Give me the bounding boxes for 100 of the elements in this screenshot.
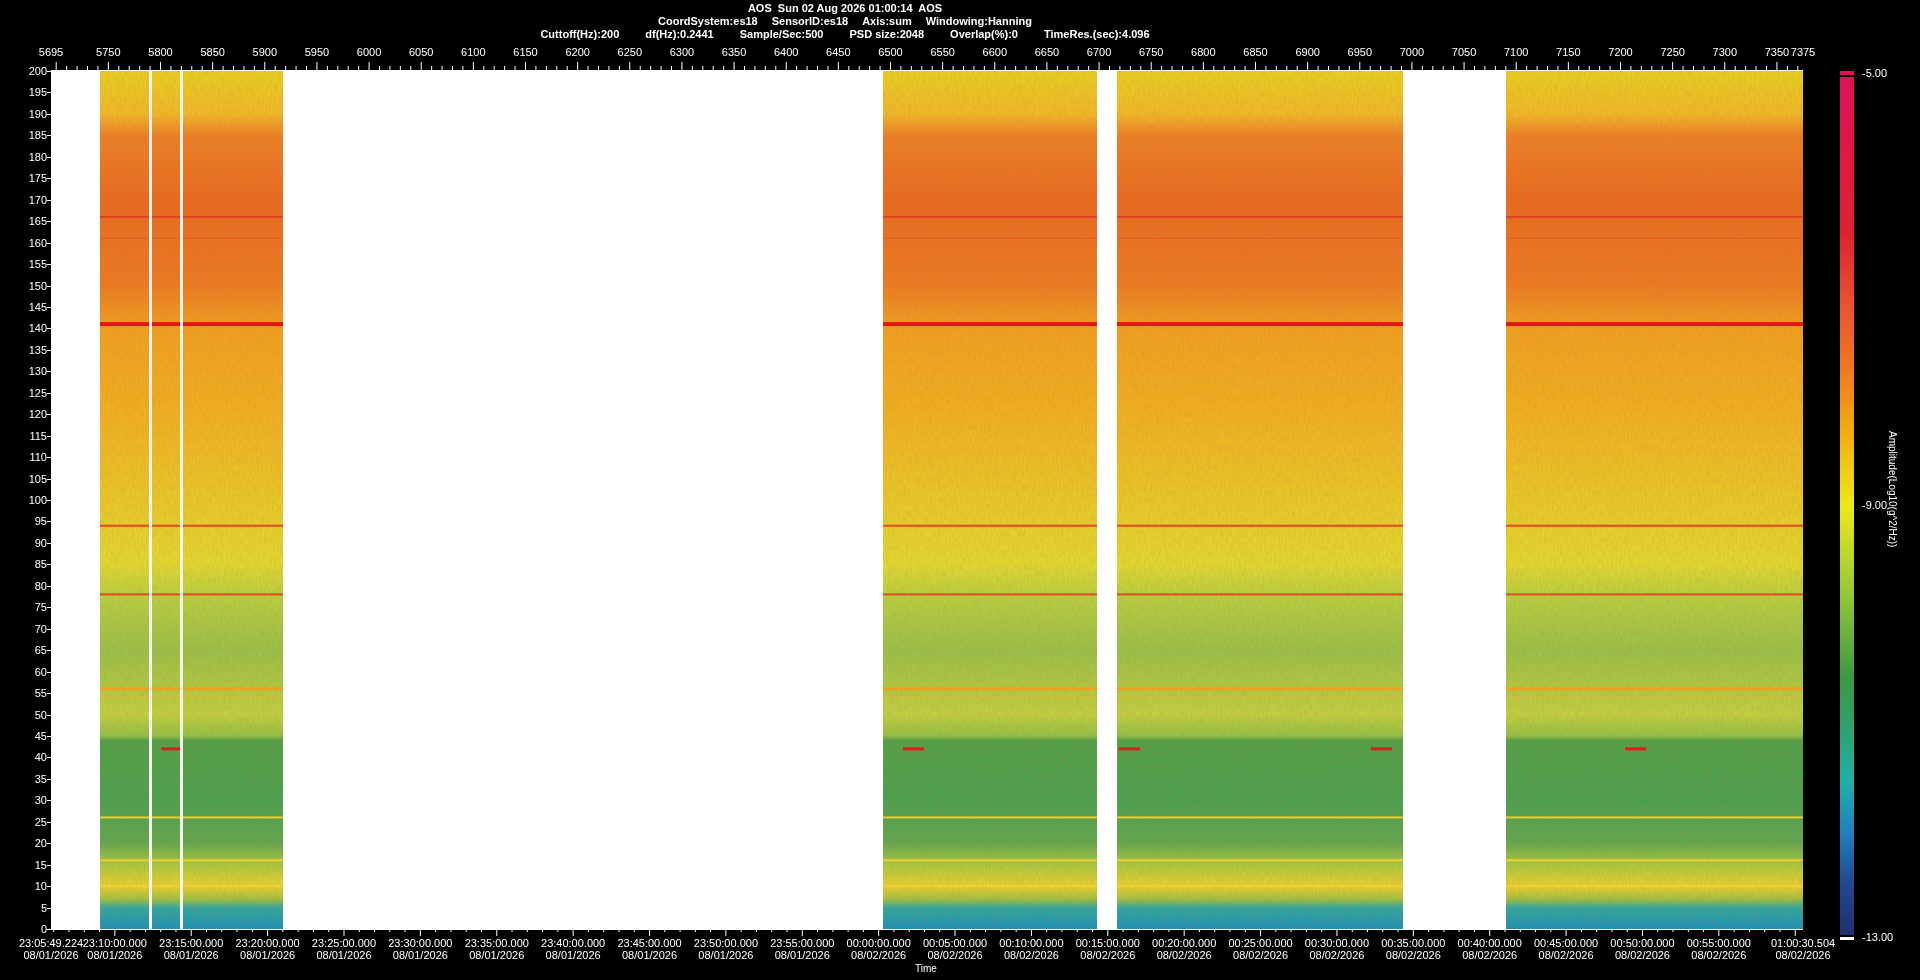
date-label: 08/01/2026 (469, 949, 525, 961)
axis-label: 25 (34, 815, 47, 828)
axis-label: 115 (29, 429, 47, 442)
date-label: 08/01/2026 (698, 949, 754, 961)
parameter-label: Cuttoff(Hz):200 (540, 28, 620, 41)
parameter-label: Axis:sum (862, 15, 912, 28)
axis-label: 6800 (1191, 46, 1216, 59)
axis-label: 40 (34, 751, 47, 764)
time-label: 23:20:00.000 (235, 937, 300, 949)
axis-label: 155 (28, 258, 47, 271)
time-label: 23:15:00.000 (159, 937, 224, 949)
parameter-label: Sample/Sec:500 (739, 28, 824, 41)
parameter-label: PSD size:2048 (849, 28, 925, 41)
axis-label: 20 (34, 837, 47, 850)
axis-label: 6750 (1138, 46, 1164, 59)
date-label: 08/02/2026 (1233, 949, 1289, 961)
axis-label: 6700 (1086, 46, 1112, 59)
axis-label: 7350 (1764, 46, 1790, 59)
date-label: 08/01/2026 (545, 949, 601, 961)
axis-label: 100 (28, 494, 47, 506)
axis-label: 5800 (148, 46, 173, 59)
axis-label: 85 (34, 558, 47, 571)
time-label: 23:30:00.000 (388, 937, 453, 949)
axis-label: 6250 (617, 46, 642, 59)
axis-label: 180 (28, 150, 47, 163)
time-label: 00:05:00.000 (922, 937, 988, 949)
scale-title: Amplitude(Log10(g^2/Hz)) (1887, 431, 1898, 548)
time-label: 00:45:00.000 (1533, 937, 1599, 949)
date-label: 08/01/2026 (240, 949, 296, 961)
axis-label: 5900 (252, 46, 277, 59)
axis-label: 195 (28, 86, 47, 99)
axis-label: 185 (28, 129, 47, 142)
axis-label: 7300 (1712, 46, 1737, 59)
axis-label: 6500 (878, 46, 903, 59)
axis-label: 200 (28, 65, 47, 77)
time-label: 23:25:00.000 (311, 937, 377, 949)
axis-label: 140 (28, 322, 47, 335)
axis-label: 5695 (38, 46, 64, 59)
time-label: 00:50:00.000 (1610, 937, 1675, 949)
date-label: 08/01/2026 (163, 949, 219, 961)
axis-label: 90 (34, 536, 47, 549)
time-label: 00:10:00.000 (999, 937, 1064, 949)
axis-label: 7375 (1790, 46, 1816, 59)
axis-title: Time (915, 963, 937, 975)
axis-label: 7200 (1608, 46, 1633, 59)
axis-label: 6600 (982, 46, 1007, 59)
axis-label: 7150 (1556, 46, 1581, 59)
axis-label: 30 (34, 794, 47, 807)
axis-label: 95 (34, 515, 47, 528)
time-label: 00:20:00.000 (1152, 937, 1217, 949)
axis-label: 120 (28, 408, 47, 421)
axis-label: 6350 (721, 46, 747, 59)
axis-label: 7000 (1399, 46, 1425, 59)
axis-label: 6650 (1034, 46, 1060, 59)
axis-label: 15 (34, 858, 47, 871)
axis-label: 6200 (565, 46, 590, 59)
axis-label: 55 (34, 687, 47, 700)
axis-label: 35 (34, 772, 47, 785)
date-label: 08/01/2026 (316, 949, 372, 961)
time-label: 23:55:00.000 (770, 937, 835, 949)
date-label: 08/02/2026 (1538, 949, 1594, 961)
parameter-label: Overlap(%):0 (950, 28, 1018, 41)
parameter-label: CoordSystem:es18 (658, 15, 758, 28)
axis-label: 5850 (200, 46, 225, 59)
axis-label: 130 (28, 365, 47, 378)
scale-label: -9.00 (1862, 499, 1888, 511)
axis-label: 150 (28, 279, 47, 292)
axis-label: 6400 (773, 46, 799, 59)
time-label: 00:35:00.000 (1381, 937, 1446, 949)
date-label: 08/02/2026 (1614, 949, 1670, 961)
time-label: 00:25:00.000 (1228, 937, 1293, 949)
axis-label: 70 (34, 622, 47, 635)
axis-label: 6850 (1243, 46, 1268, 59)
time-label: 23:45:00.000 (617, 937, 682, 949)
axis-label: 105 (28, 472, 47, 485)
axis-label: 10 (34, 880, 47, 893)
date-label: 08/02/2026 (1775, 949, 1831, 961)
axis-label: 7250 (1660, 46, 1685, 59)
axis-label: 45 (34, 729, 47, 742)
date-label: 08/02/2026 (1462, 949, 1518, 961)
time-label: 23:05:49.224 (18, 937, 84, 949)
axis-label: 5750 (96, 46, 121, 59)
axis-label: 6050 (408, 46, 434, 59)
date-label: 08/02/2026 (1385, 949, 1441, 961)
axis-label: 6900 (1295, 46, 1320, 59)
axis-label: 6550 (930, 46, 955, 59)
axis-label: 6100 (461, 46, 486, 59)
scale-marker (1840, 71, 1854, 75)
time-label: 23:35:00.000 (464, 937, 529, 949)
date-label: 08/01/2026 (23, 949, 79, 961)
axis-label: 125 (28, 386, 47, 399)
time-label: 00:00:00.000 (846, 937, 911, 949)
axis-label: 160 (28, 236, 47, 249)
axis-label: 5950 (304, 46, 330, 59)
time-label: 23:10:00.000 (82, 937, 147, 949)
axis-label: 165 (28, 215, 47, 228)
time-label: 00:40:00.000 (1457, 937, 1522, 949)
scale-label: -5.00 (1862, 67, 1888, 79)
parameter-label: SensorID:es18 (771, 15, 849, 28)
axis-label: 5 (40, 901, 47, 914)
